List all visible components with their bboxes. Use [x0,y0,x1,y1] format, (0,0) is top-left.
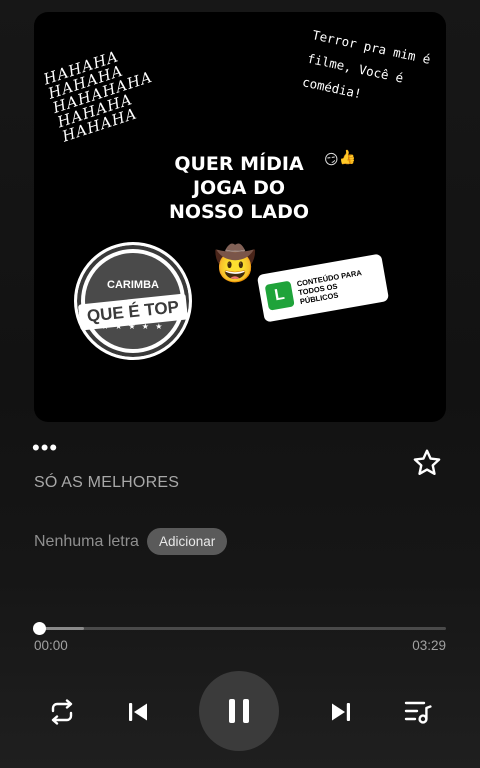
queue-music-icon [404,701,432,724]
more-options-button[interactable]: ••• [32,437,58,466]
age-rating-badge: L CONTEÚDO PARA TODOS OS PÚBLICOS [256,253,390,323]
star-outline-icon [413,449,441,475]
pause-button[interactable] [199,671,279,751]
lyrics-status: Nenhuma letra [34,532,139,550]
artwork-title: QUER MÍDIA JOGA DO NOSSO LADO [164,152,314,224]
previous-button[interactable] [118,694,158,730]
skip-next-icon [332,703,350,721]
repeat-button[interactable] [42,694,82,730]
album-name: SÓ AS MELHORES [34,474,180,491]
stamp-inner: CARIMBA QUE É TOP ★ ★ ★ ★ ★ [77,253,189,349]
queue-button[interactable] [398,694,438,730]
skip-previous-icon [129,703,147,721]
rating-letter: L [264,280,295,311]
favorite-button[interactable] [408,446,446,480]
stamp-badge: CARIMBA QUE É TOP ★ ★ ★ ★ ★ [74,242,192,360]
smirk-emoji: 😏👍 [322,147,357,169]
repeat-icon [51,699,73,725]
artwork-title-line: QUER MÍDIA [174,153,304,175]
progress-thumb[interactable] [33,622,46,635]
stamp-stars: ★ ★ ★ ★ ★ [101,322,165,331]
pause-icon [229,699,249,723]
progress-bar[interactable] [40,627,446,630]
lyrics-row: Nenhuma letra Adicionar [34,528,228,555]
time-total: 03:29 [412,638,446,653]
artwork-title-line: NOSSO LADO [168,201,310,223]
artwork-title-line: JOGA DO [192,177,286,199]
rating-text: CONTEÚDO PARA TODOS OS PÚBLICOS [296,268,365,306]
next-button[interactable] [321,694,361,730]
album-artwork: HAHAHA HAHAHA HAHAHAHA HAHAHA HAHAHA Ter… [34,12,446,422]
soldier-emoji: 🤠 [214,245,257,283]
progress-buffer [40,627,84,630]
stamp-top-text: CARIMBA [107,279,159,291]
time-current: 00:00 [34,638,68,653]
add-lyrics-button[interactable]: Adicionar [146,528,228,555]
quote-sticker: Terror pra mim é filme, Você é comédia! [300,23,442,120]
